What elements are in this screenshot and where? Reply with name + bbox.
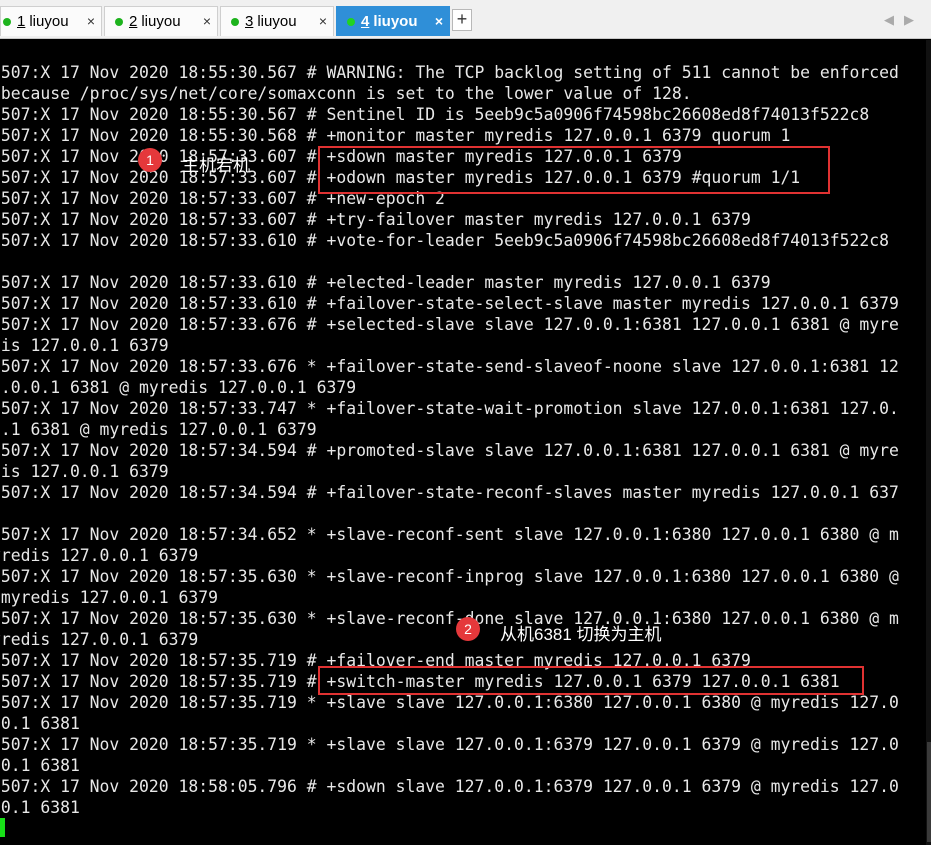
tab-label: liuyou bbox=[141, 13, 181, 30]
terminal-line: yredis 127.0.0.1 6379 bbox=[0, 546, 199, 565]
tab-3[interactable]: 3 liuyou × bbox=[220, 6, 334, 36]
tab-2[interactable]: 2 liuyou × bbox=[104, 6, 218, 36]
close-icon[interactable]: × bbox=[203, 13, 211, 29]
terminal-line: 3507:X 17 Nov 2020 18:57:34.652 * +slave… bbox=[0, 525, 899, 544]
terminal-line: 7.0.0.1 6381 @ myredis 127.0.0.1 6379 bbox=[0, 378, 357, 397]
tab-number: 4 bbox=[361, 13, 370, 30]
annotation-badge-2: 2 bbox=[456, 617, 480, 641]
scrollbar-thumb[interactable] bbox=[927, 742, 931, 842]
terminal-line: 3507:X 17 Nov 2020 18:55:30.568 # +monit… bbox=[0, 126, 791, 145]
annotation-text-1: 主机宕机 bbox=[182, 156, 250, 175]
status-dot-icon bbox=[347, 17, 355, 26]
tab-label: liuyou bbox=[29, 13, 69, 30]
status-dot-icon bbox=[3, 17, 11, 26]
scroll-tabs-right-icon[interactable]: ▶ bbox=[904, 12, 914, 28]
terminal-line: dis 127.0.0.1 6379 bbox=[0, 336, 169, 355]
terminal-line: .0.1 6381 bbox=[0, 714, 80, 733]
terminal-line: myredis 127.0.0.1 6379 bbox=[0, 588, 218, 607]
terminal-line: 3507:X 17 Nov 2020 18:57:33.747 * +failo… bbox=[0, 399, 899, 418]
add-tab-button[interactable]: + bbox=[452, 9, 472, 31]
terminal-line: 3507:X 17 Nov 2020 18:57:35.630 * +slave… bbox=[0, 609, 899, 628]
terminal-line: 3507:X 17 Nov 2020 18:57:33.610 # +vote-… bbox=[0, 231, 889, 250]
terminal-line: .0.1 6381 bbox=[0, 798, 80, 817]
close-icon[interactable]: × bbox=[319, 13, 327, 29]
terminal-line: 3507:X 17 Nov 2020 18:57:33.607 # +try-f… bbox=[0, 210, 751, 229]
terminal-line: 9 bbox=[0, 503, 899, 524]
terminal-line: 3507:X 17 Nov 2020 18:57:33.676 # +selec… bbox=[0, 315, 899, 334]
status-dot-icon bbox=[115, 17, 123, 26]
tab-number: 1 bbox=[17, 13, 26, 30]
highlight-box-switch-master bbox=[318, 666, 864, 695]
terminal-line: dis 127.0.0.1 6379 bbox=[0, 462, 169, 481]
terminal-line: 3507:X 17 Nov 2020 18:57:33.610 # +elect… bbox=[0, 273, 771, 292]
annotation-badge-1: 1 bbox=[138, 148, 162, 172]
scrollbar[interactable] bbox=[926, 40, 931, 845]
terminal-line: 3507:X 17 Nov 2020 18:55:30.567 # Sentin… bbox=[0, 105, 870, 124]
terminal-line: 3507:X 17 Nov 2020 18:55:30.567 # WARNIN… bbox=[0, 63, 899, 82]
tab-number: 3 bbox=[245, 13, 254, 30]
terminal-line: 3507:X 17 Nov 2020 18:57:33.610 # +failo… bbox=[0, 294, 899, 313]
status-dot-icon bbox=[231, 17, 239, 26]
terminal-line: 2 bbox=[0, 251, 899, 272]
tab-4[interactable]: 4 liuyou × bbox=[336, 6, 450, 36]
terminal-line: 0.1 6381 @ myredis 127.0.0.1 6379 bbox=[0, 420, 317, 439]
terminal-line: 3507:X 17 Nov 2020 18:57:35.719 * +slave… bbox=[0, 693, 899, 712]
close-icon[interactable]: × bbox=[87, 13, 95, 29]
terminal-line: because /proc/sys/net/core/somaxconn is … bbox=[0, 84, 692, 103]
close-icon[interactable]: × bbox=[435, 13, 443, 29]
terminal-cursor bbox=[0, 818, 5, 837]
terminal-line: 3507:X 17 Nov 2020 18:57:34.594 # +promo… bbox=[0, 441, 899, 460]
tab-number: 2 bbox=[129, 13, 138, 30]
terminal-line: yredis 127.0.0.1 6379 bbox=[0, 630, 199, 649]
terminal-line: 3507:X 17 Nov 2020 18:57:34.594 # +failo… bbox=[0, 483, 899, 502]
terminal-line: 3507:X 17 Nov 2020 18:58:05.796 # +sdown… bbox=[0, 777, 899, 796]
scroll-tabs-left-icon[interactable]: ◀ bbox=[884, 12, 894, 28]
tab-label: liuyou bbox=[373, 13, 418, 30]
tab-bar: 1 liuyou × 2 liuyou × 3 liuyou × 4 liuyo… bbox=[0, 0, 931, 39]
annotation-text-2: 从机6381 切换为主机 bbox=[500, 625, 662, 644]
terminal-line: .0.1 6381 bbox=[0, 756, 80, 775]
terminal-line: 3507:X 17 Nov 2020 18:57:33.676 * +failo… bbox=[0, 357, 899, 376]
terminal-line: 3507:X 17 Nov 2020 18:57:35.719 * +slave… bbox=[0, 735, 899, 754]
highlight-box-odown bbox=[318, 146, 830, 194]
tab-label: liuyou bbox=[257, 13, 297, 30]
tab-1[interactable]: 1 liuyou × bbox=[0, 6, 102, 36]
terminal-line: 3507:X 17 Nov 2020 18:57:35.630 * +slave… bbox=[0, 567, 899, 586]
